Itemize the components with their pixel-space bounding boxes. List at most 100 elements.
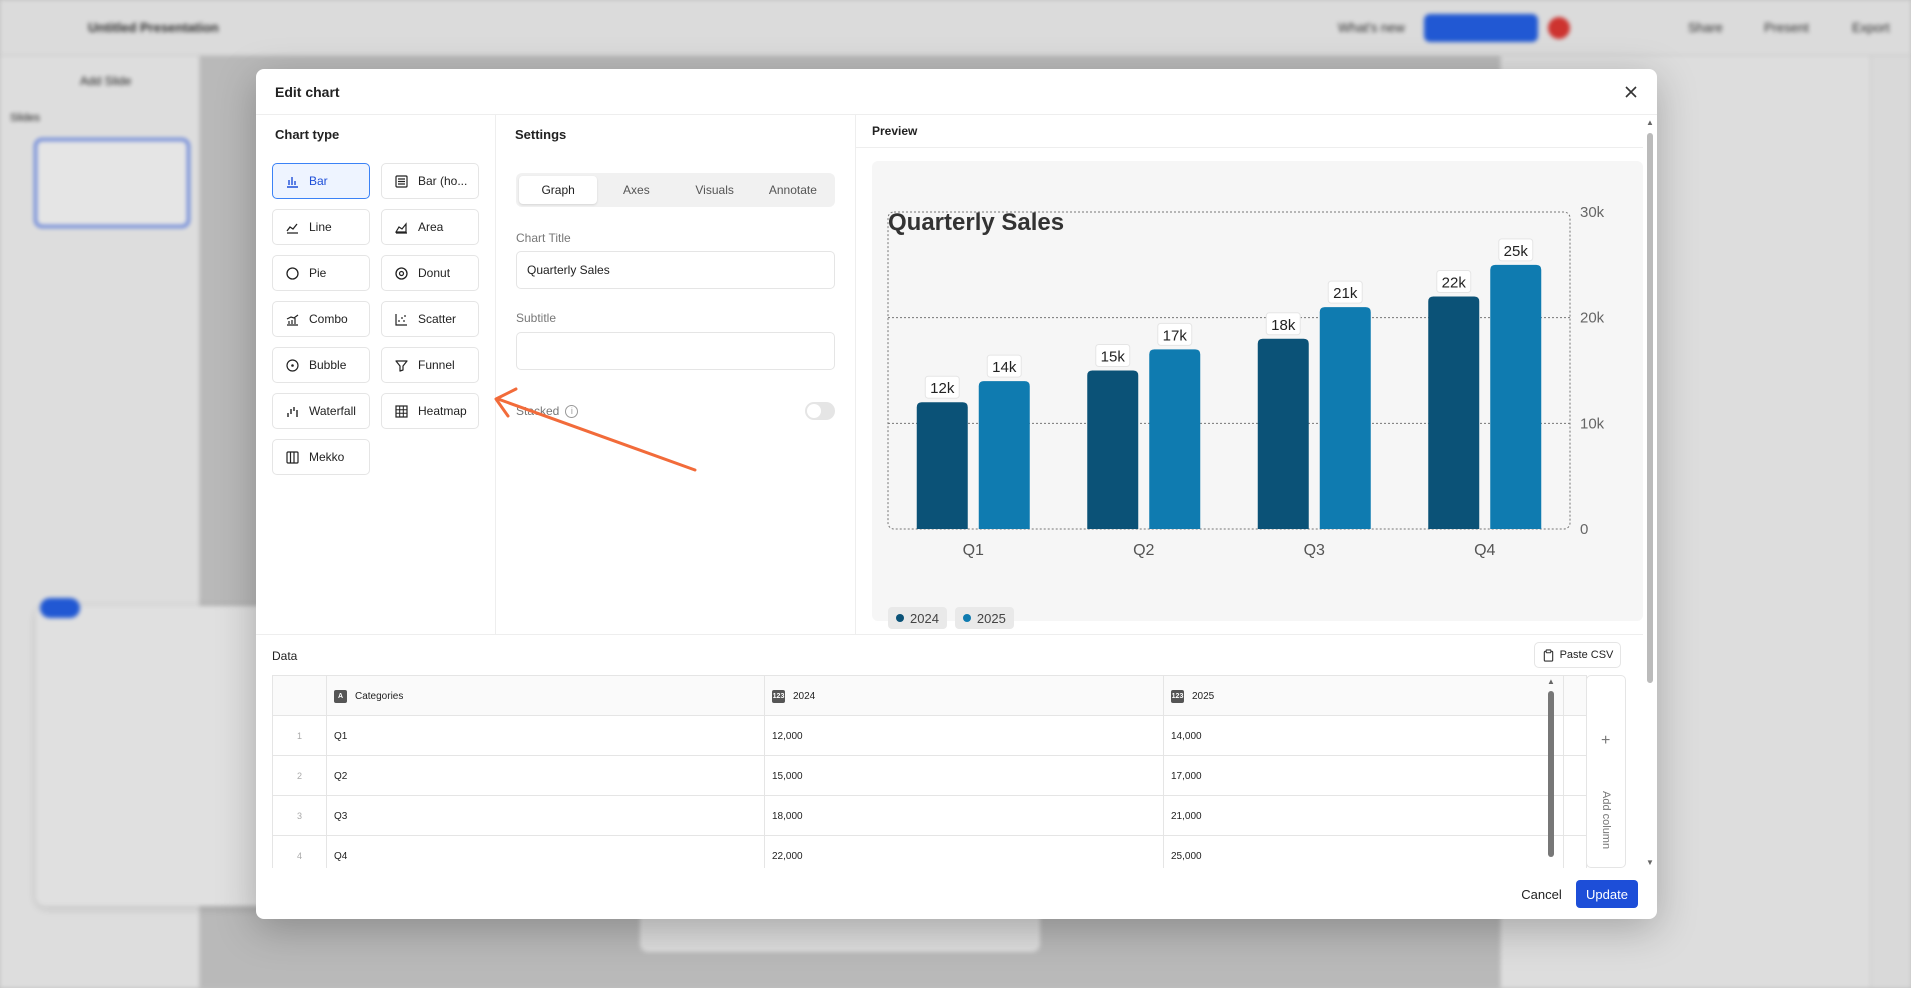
chart-type-bubble[interactable]: Bubble — [272, 347, 370, 383]
chart-type-label: Scatter — [418, 312, 457, 326]
column-header-2024[interactable]: 123 2024 — [765, 676, 1164, 716]
row-index: 2 — [273, 756, 327, 796]
combo-chart-icon — [286, 314, 299, 326]
x-tick-label: Q4 — [1474, 542, 1495, 559]
pie-chart-icon — [286, 266, 299, 280]
funnel-chart-icon — [395, 359, 408, 372]
tab-graph[interactable]: Graph — [519, 176, 598, 204]
chart-title-input[interactable] — [516, 251, 835, 289]
close-icon[interactable] — [1619, 80, 1643, 104]
table-row: 4 Q4 22,000 25,000 — [273, 836, 1586, 868]
x-tick-label: Q2 — [1133, 542, 1154, 559]
data-label: 25k — [1504, 243, 1529, 260]
chart-type-label: Bar (ho... — [418, 174, 468, 188]
info-icon[interactable]: i — [565, 404, 579, 418]
chart-type-label: Waterfall — [309, 404, 356, 418]
legend-label-2024: 2024 — [910, 610, 939, 626]
table-cell[interactable]: 21,000 — [1164, 796, 1564, 836]
subtitle-label: Subtitle — [516, 311, 557, 325]
table-cell[interactable]: 25,000 — [1164, 836, 1564, 868]
data-section: Data Paste CSV A Categories 123 2024 123… — [256, 634, 1643, 868]
data-label: 18k — [1271, 317, 1296, 334]
update-button[interactable]: Update — [1576, 880, 1638, 908]
number-type-icon: 123 — [1171, 689, 1184, 703]
chart-type-label: Mekko — [309, 450, 345, 464]
chart-type-donut[interactable]: Donut — [381, 255, 479, 291]
table-row: 1 Q1 12,000 14,000 — [273, 716, 1586, 756]
table-cell[interactable]: Q3 — [327, 796, 765, 836]
data-label: 21k — [1333, 285, 1358, 302]
chart-type-label: Funnel — [418, 358, 455, 372]
bar-2025-Q4 — [1490, 264, 1542, 529]
column-header-categories[interactable]: A Categories — [327, 676, 765, 716]
data-grid: A Categories 123 2024 123 2025 1 Q1 12,000… — [272, 675, 1587, 868]
modal-scrollbar-thumb[interactable] — [1647, 133, 1653, 683]
scroll-down-icon[interactable]: ▼ — [1646, 858, 1654, 867]
tab-axes[interactable]: Axes — [597, 176, 675, 204]
y-tick-label: 20k — [1580, 310, 1605, 327]
waterfall-chart-icon — [287, 406, 298, 417]
chart-type-bar-ho[interactable]: Bar (ho... — [381, 163, 479, 199]
x-tick-label: Q1 — [963, 542, 984, 559]
grid-scroll-up-icon[interactable]: ▲ — [1547, 677, 1555, 686]
column-header-label: 2025 — [1192, 690, 1215, 702]
chart-type-heatmap[interactable]: Heatmap — [381, 393, 479, 429]
table-cell[interactable]: 15,000 — [765, 756, 1164, 796]
add-column-label: Add column — [1600, 791, 1612, 850]
table-cell[interactable]: 17,000 — [1164, 756, 1564, 796]
chart-preview: 0 10k 20k 30k 12k 14k Q1 15k 17k Q2 18k 21k Q3 22k 25k… — [887, 204, 1605, 559]
chart-type-area[interactable]: Area — [381, 209, 479, 245]
column-header-label: Categories — [355, 690, 404, 702]
table-cell[interactable]: Q4 — [327, 836, 765, 868]
modal-header: Edit chart — [256, 69, 1657, 115]
bar-2024-Q4 — [1428, 296, 1480, 529]
grid-scrollbar[interactable]: ▲ — [1546, 677, 1556, 868]
scroll-up-icon[interactable]: ▲ — [1646, 118, 1654, 127]
table-cell[interactable]: 22,000 — [765, 836, 1164, 868]
add-column-button[interactable]: + Add column — [1586, 675, 1626, 868]
subtitle-input[interactable] — [516, 332, 835, 370]
paste-csv-label: Paste CSV — [1559, 649, 1614, 661]
table-row: 3 Q3 18,000 21,000 — [273, 796, 1586, 836]
modal-scrollbar[interactable]: ▲ ▼ — [1643, 115, 1657, 867]
y-tick-label: 10k — [1580, 415, 1605, 432]
tab-annotate[interactable]: Annotate — [754, 176, 832, 204]
modal-title: Edit chart — [275, 84, 340, 100]
chart-legend: 2024 2025 — [888, 607, 1014, 629]
chart-type-label: Bar — [309, 174, 328, 188]
table-cell[interactable]: 18,000 — [765, 796, 1164, 836]
chart-type-scatter[interactable]: Scatter — [381, 301, 479, 337]
grid-scrollbar-thumb[interactable] — [1548, 691, 1554, 857]
chart-type-bar[interactable]: Bar — [272, 163, 370, 199]
table-cell[interactable]: 14,000 — [1164, 716, 1564, 756]
settings-tabs: Graph Axes Visuals Annotate — [516, 173, 835, 207]
column-header-2025[interactable]: 123 2025 — [1164, 676, 1564, 716]
number-type-icon: 123 — [772, 689, 785, 703]
donut-chart-icon — [395, 266, 408, 280]
chart-type-funnel[interactable]: Funnel — [381, 347, 479, 383]
data-label: 14k — [992, 359, 1017, 376]
y-tick-label: 30k — [1580, 204, 1605, 221]
chart-type-label: Heatmap — [418, 404, 467, 418]
chart-type-pie[interactable]: Pie — [272, 255, 370, 291]
tab-visuals[interactable]: Visuals — [676, 176, 754, 204]
legend-swatch-2025 — [962, 614, 971, 622]
table-cell[interactable]: 12,000 — [765, 716, 1164, 756]
chart-type-line[interactable]: Line — [272, 209, 370, 245]
chart-type-mekko[interactable]: Mekko — [272, 439, 370, 475]
table-cell[interactable]: Q2 — [327, 756, 765, 796]
preview-panel: Preview 0 10k 20k 30k 12k 14k Q1 15k 17k Q2 18k 21k… — [856, 115, 1643, 634]
paste-csv-button[interactable]: Paste CSV — [1534, 642, 1621, 668]
settings-panel: Settings Graph Axes Visuals Annotate Cha… — [496, 115, 856, 634]
cancel-button[interactable]: Cancel — [1513, 880, 1570, 908]
row-index: 3 — [273, 796, 327, 836]
table-row: 2 Q2 15,000 17,000 — [273, 756, 1586, 796]
line-chart-icon — [286, 223, 298, 234]
bar-2025-Q3 — [1319, 307, 1371, 529]
table-cell[interactable]: Q1 — [327, 716, 765, 756]
chart-type-label: Combo — [309, 312, 348, 326]
chart-type-combo[interactable]: Combo — [272, 301, 370, 337]
chart-type-waterfall[interactable]: Waterfall — [272, 393, 370, 429]
stacked-toggle[interactable] — [805, 402, 835, 420]
area-chart-icon — [394, 221, 407, 234]
